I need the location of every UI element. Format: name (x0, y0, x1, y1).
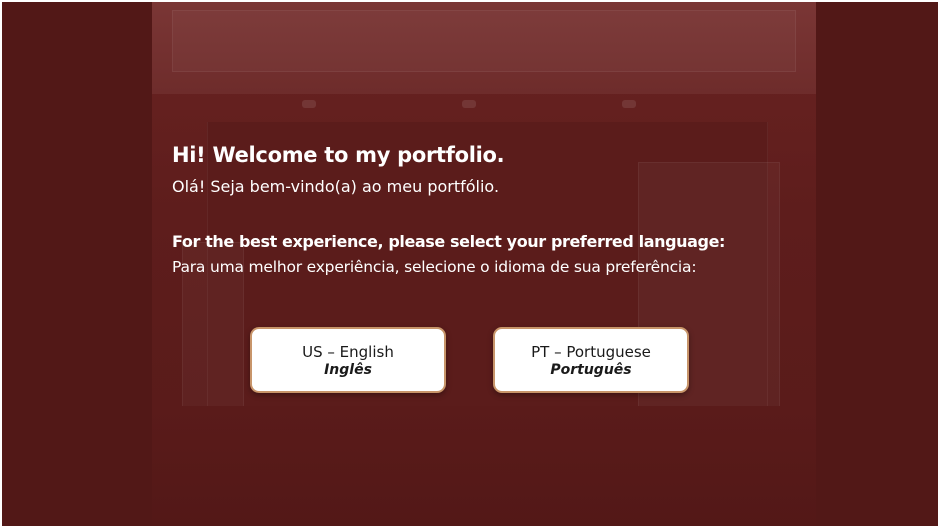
portuguese-button-native-label: Português (550, 362, 632, 378)
english-button-native-label: Inglês (324, 362, 372, 378)
language-prompt-english: For the best experience, please select y… (172, 232, 726, 251)
portuguese-button-label: PT – Portuguese (531, 343, 651, 361)
english-language-button[interactable]: US – English Inglês (250, 327, 446, 393)
welcome-subtitle: Olá! Seja bem-vindo(a) ao meu portfólio. (172, 177, 500, 196)
english-button-label: US – English (302, 343, 394, 361)
welcome-title: Hi! Welcome to my portfolio. (172, 143, 505, 167)
welcome-screen: Hi! Welcome to my portfolio. Olá! Seja b… (2, 2, 938, 526)
welcome-content: Hi! Welcome to my portfolio. Olá! Seja b… (2, 2, 938, 526)
portuguese-language-button[interactable]: PT – Portuguese Português (493, 327, 689, 393)
language-prompt-portuguese: Para uma melhor experiência, selecione o… (172, 258, 697, 276)
